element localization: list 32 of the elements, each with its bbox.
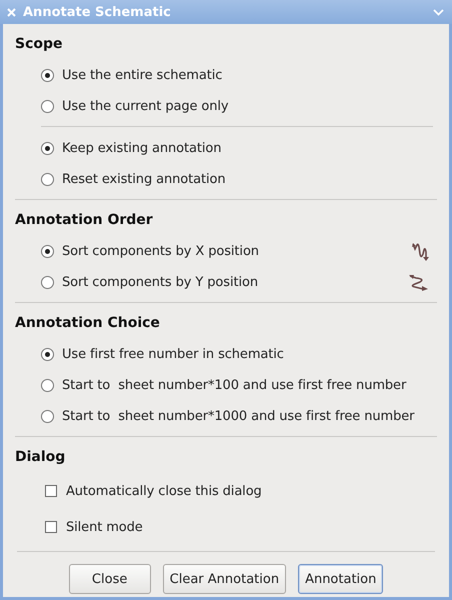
dialog-button[interactable]: Annotation	[298, 564, 384, 594]
section-heading: Scope	[15, 35, 64, 54]
option-label[interactable]: Automatically close this dialog	[66, 484, 429, 498]
option-label[interactable]: Start to sheet number*100 and use first free number	[62, 378, 429, 393]
option-label[interactable]: Use the current page only	[62, 99, 429, 114]
section-heading: Annotation Choice	[15, 314, 161, 333]
radio-button[interactable]	[41, 410, 54, 423]
option-label[interactable]: Start to sheet number*1000 and use first free number	[62, 409, 429, 424]
checkbox[interactable]	[45, 521, 57, 533]
option-label[interactable]: Keep existing annotation	[62, 141, 429, 156]
radio-button[interactable]	[41, 245, 54, 258]
option-label[interactable]: Reset existing annotation	[62, 172, 429, 187]
wavy-down-arrow-icon	[411, 242, 429, 262]
dialog-button[interactable]: Close	[68, 564, 151, 594]
wavy-right-arrow-icon	[409, 274, 429, 292]
radio-button[interactable]	[41, 142, 54, 155]
dialog-button[interactable]: Clear Annotation	[162, 564, 286, 594]
radio-button[interactable]	[41, 348, 54, 361]
radio-button[interactable]	[41, 69, 54, 82]
option-label[interactable]: Use first free number in schematic	[62, 347, 429, 362]
option-label[interactable]: Sort components by X position	[62, 244, 411, 259]
radio-button[interactable]	[41, 100, 54, 113]
section-heading: Dialog	[15, 448, 66, 467]
radio-button[interactable]	[41, 379, 54, 392]
option-label[interactable]: Silent mode	[66, 520, 429, 534]
section-heading: Annotation Order	[15, 211, 154, 230]
radio-button[interactable]	[41, 173, 54, 186]
window-title: Annotate Schematic	[23, 4, 172, 20]
checkbox[interactable]	[45, 485, 57, 497]
option-label[interactable]: Use the entire schematic	[62, 68, 429, 83]
radio-button[interactable]	[41, 276, 54, 289]
option-label[interactable]: Sort components by Y position	[62, 275, 409, 290]
